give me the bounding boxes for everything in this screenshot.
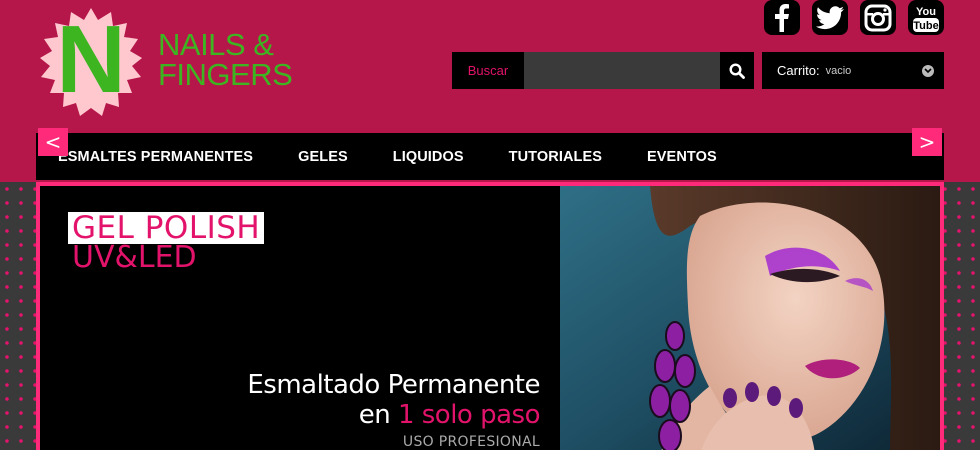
- hero-slider: GEL POLISH UV&LED Esmaltado Permanente e…: [36, 182, 944, 450]
- nav-item-eventos[interactable]: EVENTOS: [647, 149, 717, 165]
- logo-letter: N: [56, 6, 126, 113]
- search-label: Buscar: [452, 52, 524, 89]
- social-links: You Tube: [764, 0, 944, 35]
- twitter-button[interactable]: [812, 0, 848, 35]
- slider-next-button[interactable]: >: [912, 128, 942, 156]
- nav-item-liquidos[interactable]: LIQUIDOS: [393, 149, 464, 165]
- logo-line-1: NAILS &: [158, 27, 274, 62]
- chevron-down-icon[interactable]: [922, 64, 934, 77]
- facebook-button[interactable]: [764, 0, 800, 35]
- nav-item-esmaltes[interactable]: ESMALTES PERMANENTES: [58, 149, 253, 165]
- slide-tagline: Esmaltado Permanente: [247, 370, 540, 400]
- cart-label: Carrito:: [777, 63, 820, 78]
- slide-badge-subtitle: UV&LED: [72, 240, 197, 275]
- slide-tagline-2-prefix: en: [358, 400, 398, 430]
- svg-text:You: You: [916, 6, 936, 18]
- nav-item-tutoriales[interactable]: TUTORIALES: [509, 149, 602, 165]
- search-button[interactable]: [720, 52, 754, 89]
- search-input[interactable]: [524, 52, 720, 89]
- facebook-icon: [775, 3, 789, 32]
- slide-tagline-2-highlight: 1 solo paso: [397, 400, 541, 430]
- cart-status: vacio: [825, 64, 852, 77]
- slide-tagline-2: en 1 solo paso: [358, 400, 541, 430]
- svg-text:Tube: Tube: [913, 20, 938, 32]
- site-header: N NAILS & FINGERS You Tube Buscar Carrit…: [0, 0, 980, 182]
- site-logo[interactable]: N NAILS & FINGERS: [36, 8, 306, 118]
- youtube-icon: You Tube: [913, 6, 939, 32]
- youtube-button[interactable]: You Tube: [908, 0, 944, 35]
- model-photo: [560, 186, 940, 450]
- slider-prev-button[interactable]: <: [38, 128, 68, 156]
- slide-caption: USO PROFESIONAL: [402, 434, 540, 450]
- twitter-icon: [816, 5, 844, 29]
- logo-wordmark: NAILS & FINGERS: [158, 27, 293, 92]
- main-nav: ESMALTES PERMANENTES GELES LIQUIDOS TUTO…: [36, 133, 944, 180]
- cart-dropdown[interactable]: Carrito: vacio: [762, 52, 944, 89]
- logo-line-2: FINGERS: [158, 57, 293, 92]
- slide-text-panel: GEL POLISH UV&LED Esmaltado Permanente e…: [40, 186, 560, 450]
- instagram-icon: [864, 4, 892, 31]
- search-icon: [729, 62, 745, 79]
- slide-photo: [560, 186, 940, 450]
- nav-item-geles[interactable]: GELES: [298, 149, 348, 165]
- search-bar: Buscar: [452, 52, 754, 89]
- instagram-button[interactable]: [860, 0, 896, 35]
